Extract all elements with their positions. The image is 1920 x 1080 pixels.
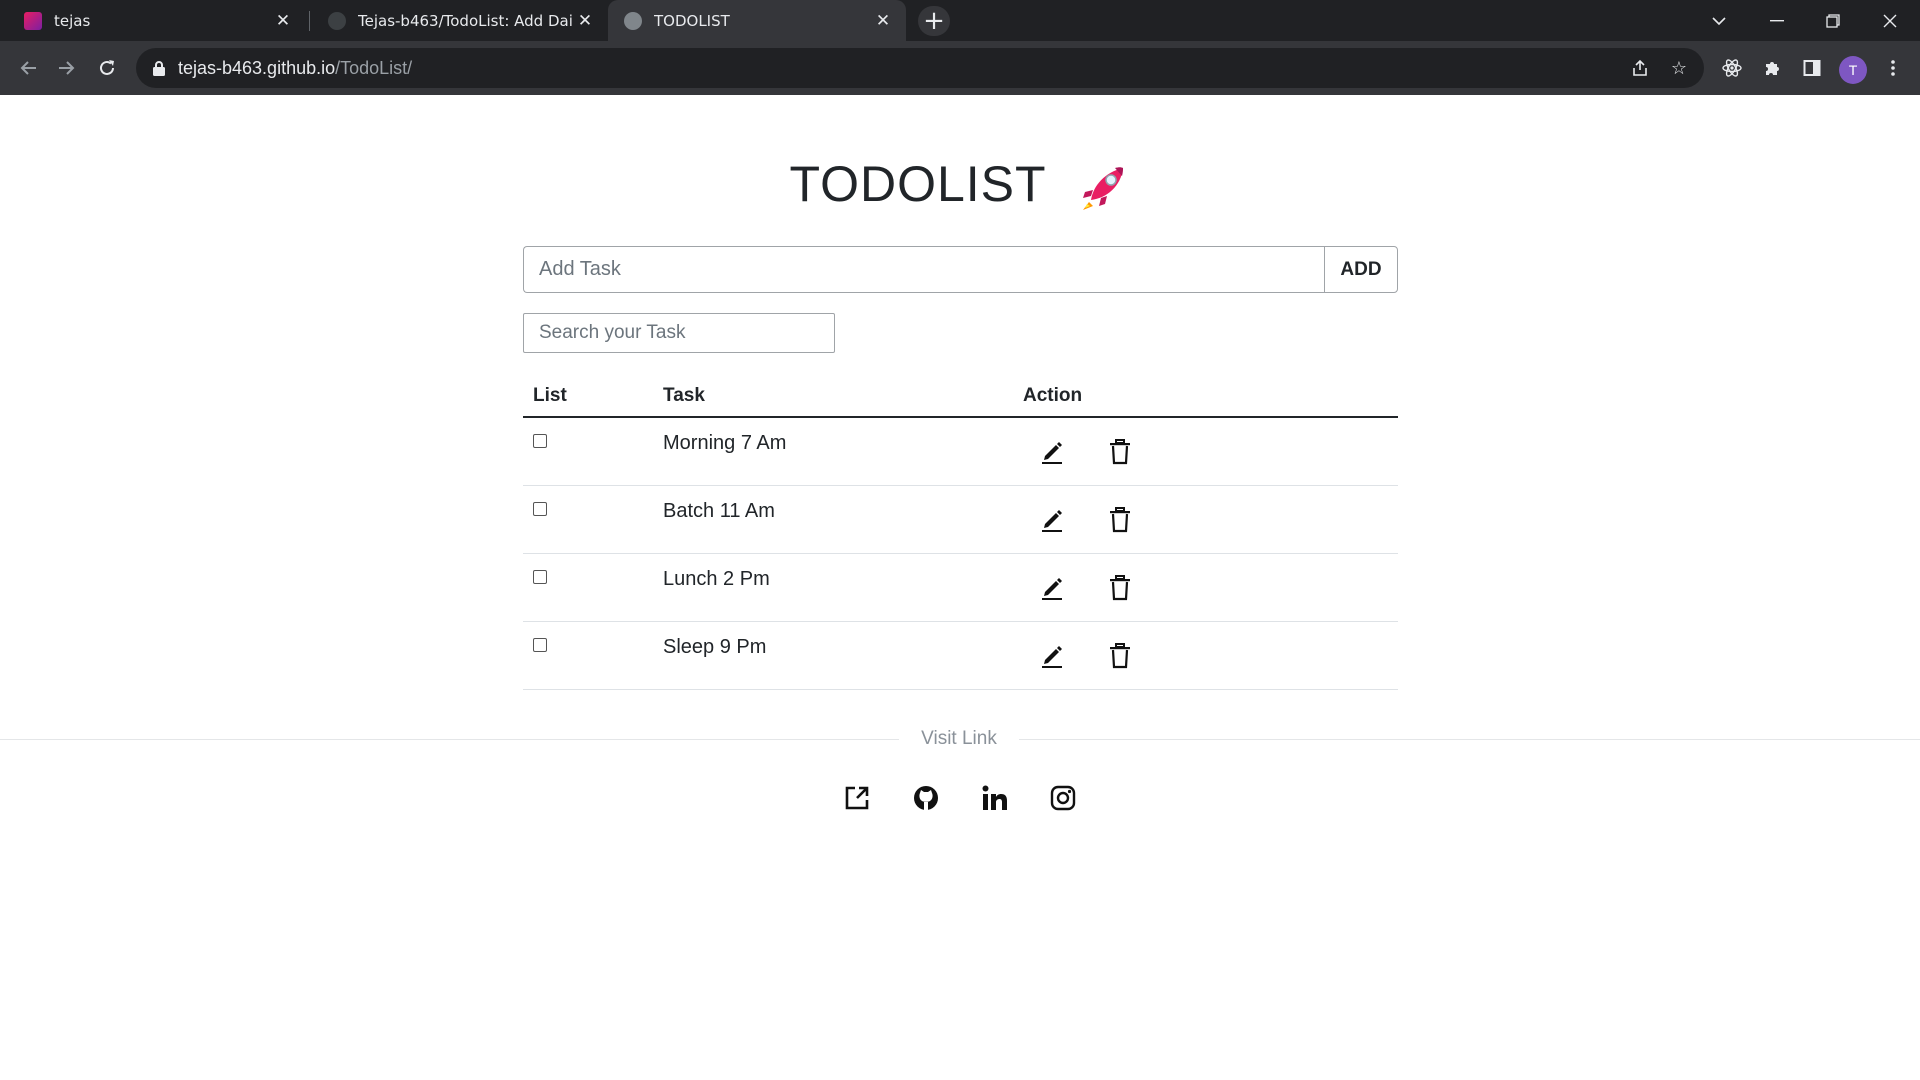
add-task-button[interactable]: ADD [1324, 246, 1398, 293]
task-checkbox[interactable] [533, 638, 547, 652]
search-task-input[interactable] [523, 313, 835, 353]
table-row: Lunch 2 Pm [523, 554, 1398, 622]
share-icon[interactable] [1630, 58, 1650, 78]
more-menu-icon[interactable] [1877, 52, 1909, 84]
react-devtools-icon[interactable] [1716, 52, 1748, 84]
profile-avatar[interactable]: T [1839, 56, 1867, 84]
edit-pencil-icon[interactable] [1039, 574, 1065, 602]
table-row: Morning 7 Am [523, 418, 1398, 486]
delete-trash-icon[interactable] [1107, 506, 1133, 534]
task-table: List Task Action Morning 7 Am Batch 11 A… [523, 377, 1398, 690]
tab-separator [309, 11, 310, 31]
forward-arrow-icon[interactable] [51, 52, 83, 84]
close-window-icon[interactable] [1862, 0, 1918, 41]
external-link-icon[interactable] [842, 783, 872, 813]
title-text: TODOLIST [789, 156, 1046, 212]
close-tab-icon[interactable]: ✕ [272, 10, 294, 32]
edit-pencil-icon[interactable] [1039, 642, 1065, 670]
github-icon[interactable] [911, 783, 941, 813]
delete-trash-icon[interactable] [1107, 438, 1133, 466]
delete-trash-icon[interactable] [1107, 574, 1133, 602]
delete-trash-icon[interactable] [1107, 642, 1133, 670]
task-checkbox[interactable] [533, 502, 547, 516]
task-text: Morning 7 Am [663, 432, 787, 454]
edit-pencil-icon[interactable] [1039, 438, 1065, 466]
tab-search-icon[interactable] [1691, 0, 1747, 41]
browser-tabbar: tejas ✕ Tejas-b463/TodoList: Add Daily T… [0, 0, 1920, 41]
address-bar[interactable]: tejas-b463.github.io/TodoList/ ☆ [136, 48, 1704, 88]
tab-title: tejas [54, 11, 91, 30]
url-path: /TodoList/ [335, 57, 413, 78]
task-text: Batch 11 Am [663, 500, 775, 522]
add-task-form: ADD [523, 246, 1398, 293]
visit-link-label: Visit Link [899, 728, 1019, 750]
tab-github[interactable]: Tejas-b463/TodoList: Add Daily T ✕ [312, 0, 608, 41]
close-tab-icon[interactable]: ✕ [872, 10, 894, 32]
github-favicon-icon [328, 11, 346, 30]
tab-title: TODOLIST [654, 11, 730, 30]
rocket-icon [1082, 167, 1123, 210]
tab-tejas[interactable]: tejas ✕ [8, 0, 306, 41]
new-tab-button[interactable]: + [918, 6, 950, 36]
minimize-icon[interactable] [1749, 0, 1805, 41]
url-host: tejas-b463.github.io [178, 57, 336, 78]
column-header-task: Task [663, 385, 705, 406]
tab-todolist[interactable]: TODOLIST ✕ [608, 0, 906, 41]
table-row: Batch 11 Am [523, 486, 1398, 554]
globe-favicon-icon [624, 11, 642, 30]
browser-toolbar: tejas-b463.github.io/TodoList/ ☆ [0, 41, 1920, 95]
close-tab-icon[interactable]: ✕ [574, 10, 596, 32]
page-title: TODOLIST [0, 155, 1920, 216]
task-checkbox[interactable] [533, 434, 547, 448]
bookmark-star-icon[interactable]: ☆ [1669, 58, 1689, 79]
table-header: List Task Action [523, 377, 1398, 418]
page-content: TODOLIST ADD List Task Action Morning 7 … [0, 95, 1920, 1080]
lock-icon [153, 61, 165, 76]
instagram-icon[interactable] [1048, 783, 1078, 813]
column-header-action: Action [1023, 385, 1083, 406]
tab-title: Tejas-b463/TodoList: Add Daily T [358, 11, 574, 30]
side-panel-icon[interactable] [1796, 52, 1828, 84]
edit-pencil-icon[interactable] [1039, 506, 1065, 534]
extensions-puzzle-icon[interactable] [1756, 52, 1788, 84]
add-task-input[interactable] [523, 246, 1324, 293]
back-arrow-icon[interactable] [12, 52, 44, 84]
task-text: Sleep 9 Pm [663, 636, 767, 658]
task-text: Lunch 2 Pm [663, 568, 770, 590]
reload-icon[interactable] [91, 52, 123, 84]
table-row: Sleep 9 Pm [523, 622, 1398, 690]
tejas-favicon-icon [24, 11, 42, 30]
task-checkbox[interactable] [533, 570, 547, 584]
restore-icon[interactable] [1805, 0, 1861, 41]
column-header-list: List [533, 385, 567, 406]
linkedin-icon[interactable] [980, 783, 1010, 813]
